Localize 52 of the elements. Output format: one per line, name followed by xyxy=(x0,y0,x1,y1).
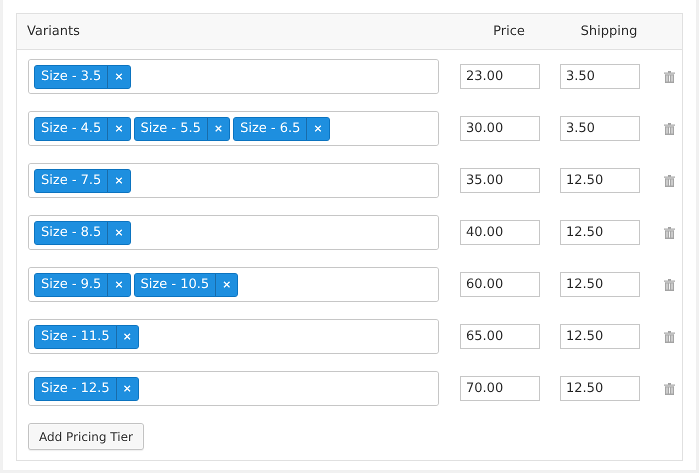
remove-tag-button[interactable]: × xyxy=(107,170,130,192)
trash-icon[interactable] xyxy=(664,226,675,238)
tag-label: Size - 3.5 xyxy=(40,68,102,86)
tag-label: Size - 10.5 xyxy=(140,276,210,294)
trash-icon[interactable] xyxy=(664,70,675,82)
tag-label: Size - 12.5 xyxy=(40,380,111,398)
tag-label: Size - 11.5 xyxy=(40,328,111,346)
variants-field[interactable]: Size - 4.5 × Size - 5.5 × Size - 6.5 × xyxy=(28,111,439,146)
tag-label: Size - 8.5 xyxy=(40,224,102,242)
tag-label: Size - 9.5 xyxy=(40,276,102,294)
variants-field[interactable]: Size - 12.5 × xyxy=(28,371,439,406)
shipping-field[interactable]: 12.50 xyxy=(560,272,640,297)
remove-tag-button[interactable]: × xyxy=(107,118,130,140)
tag-label: Size - 7.5 xyxy=(40,172,102,190)
shipping-field[interactable]: 12.50 xyxy=(560,324,640,349)
remove-tag-button[interactable]: × xyxy=(107,222,130,244)
shipping-field[interactable]: 12.50 xyxy=(560,220,640,245)
shipping-field[interactable]: 3.50 xyxy=(560,116,640,141)
trash-icon[interactable] xyxy=(664,278,675,290)
variants-field[interactable]: Size - 7.5 × xyxy=(28,163,439,198)
column-header: Variants xyxy=(27,24,81,39)
remove-tag-button[interactable]: × xyxy=(107,66,130,88)
price-field[interactable]: 60.00 xyxy=(460,272,540,297)
remove-tag-button[interactable]: × xyxy=(116,326,138,348)
tag-label: Size - 6.5 xyxy=(239,120,302,138)
price-field[interactable]: 65.00 xyxy=(460,324,540,349)
price-field[interactable]: 35.00 xyxy=(460,168,540,193)
shipping-field[interactable]: 12.50 xyxy=(560,376,640,401)
price-field[interactable]: 30.00 xyxy=(460,116,540,141)
shipping-field[interactable]: 3.50 xyxy=(560,64,640,89)
trash-icon[interactable] xyxy=(664,330,675,342)
remove-tag-button[interactable]: × xyxy=(215,274,238,296)
remove-tag-button[interactable]: × xyxy=(206,118,230,140)
column-header: Shipping xyxy=(580,24,638,39)
trash-icon[interactable] xyxy=(664,174,675,186)
column-header: Price xyxy=(492,24,526,39)
variants-field[interactable]: Size - 8.5 × xyxy=(28,215,439,250)
remove-tag-button[interactable]: × xyxy=(116,378,138,400)
add-pricing-tier-button[interactable]: Add Pricing Tier xyxy=(28,423,144,450)
variants-field[interactable]: Size - 11.5 × xyxy=(28,319,439,354)
variants-field[interactable]: Size - 9.5 × Size - 10.5 × xyxy=(28,267,439,302)
trash-icon[interactable] xyxy=(664,382,675,394)
trash-icon[interactable] xyxy=(664,122,675,134)
price-field[interactable]: 40.00 xyxy=(460,220,540,245)
remove-tag-button[interactable]: × xyxy=(306,118,329,140)
tag-label: Size - 4.5 xyxy=(40,120,102,138)
variants-field[interactable]: Size - 3.5 × xyxy=(28,59,439,94)
tag-label: Size - 5.5 xyxy=(140,120,202,138)
remove-tag-button[interactable]: × xyxy=(107,274,130,296)
shipping-field[interactable]: 12.50 xyxy=(560,168,640,193)
price-field[interactable]: 70.00 xyxy=(460,376,540,401)
price-field[interactable]: 23.00 xyxy=(460,64,540,89)
